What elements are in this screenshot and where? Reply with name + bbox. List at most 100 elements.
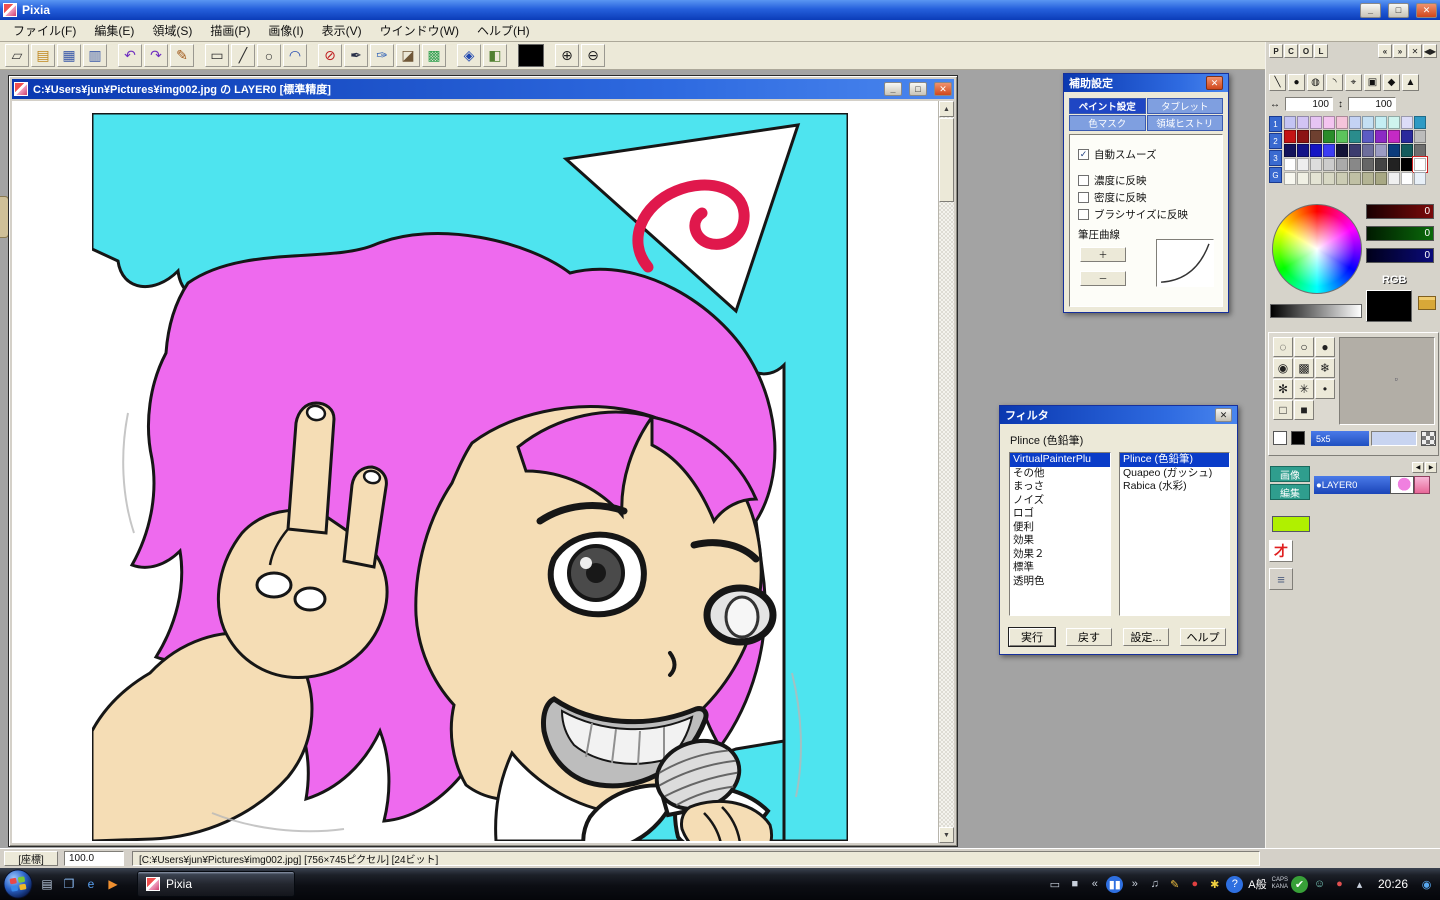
outline-circle-brush[interactable]: ○ [1294,337,1314,357]
palette-swatch[interactable] [1362,116,1374,129]
mode-button-l[interactable]: L [1314,44,1328,58]
pressure-plus-button[interactable]: ＋ [1080,247,1126,262]
palette-swatch[interactable] [1284,116,1296,129]
select-rect-icon[interactable]: ▭ [205,44,229,67]
pressure-curve-preview[interactable] [1156,239,1214,287]
mask-icon[interactable]: ⊘ [318,44,342,67]
palette-swatch[interactable] [1336,116,1348,129]
palette-swatch[interactable] [1401,116,1413,129]
brush-preview[interactable]: ▫ [1339,337,1435,425]
checker-pattern-icon[interactable] [1421,431,1436,446]
grid-size-label[interactable]: 5x5 [1311,431,1369,446]
soft-pen-icon[interactable]: ◍ [1307,74,1324,91]
menu-item[interactable]: 領域(S) [143,19,201,42]
list-item[interactable]: Quapeo (ガッシュ) [1120,467,1229,481]
canvas-title-bar[interactable]: C:¥Users¥jun¥Pictures¥img002.jpg の LAYER… [12,79,954,99]
palette-swatch[interactable] [1388,172,1400,185]
media-player-icon[interactable]: ▶ [103,874,123,894]
tile-tool-icon[interactable]: ▩ [422,44,446,67]
zoom-value[interactable]: 100.0 [64,851,124,866]
checkbox[interactable] [1078,192,1089,203]
palette-swatch[interactable] [1349,144,1361,157]
pen-density-value[interactable]: 100 [1348,97,1396,111]
checkbox-row[interactable]: ✓ 自動スムーズ [1070,146,1222,163]
round-pen-icon[interactable]: ● [1288,74,1305,91]
tablet-icon[interactable]: ▭ [1046,876,1063,893]
solid-square-brush[interactable]: ■ [1294,400,1314,420]
zoom-out-icon[interactable]: ⊖ [581,44,605,67]
solid-circle-brush[interactable]: ● [1315,337,1335,357]
line-tool-icon[interactable]: ╱ [231,44,255,67]
ime-pad-icon[interactable]: ✱ [1206,876,1223,893]
layer-stack-button[interactable]: ≡ [1269,568,1293,590]
current-color-swatch[interactable] [518,44,544,67]
palette-swatch[interactable] [1284,172,1296,185]
layer-thumbnail[interactable] [1390,476,1414,494]
ime-mode-indicator[interactable]: A般 [1246,876,1268,892]
canvas-close-button[interactable]: ✕ [934,82,952,96]
save-file-icon[interactable]: ▦ [57,44,81,67]
menu-item[interactable]: 表示(V) [313,19,371,42]
aux-tab[interactable]: ペイント設定 [1069,98,1146,114]
checkbox-row[interactable]: ブラシサイズに反映 [1070,206,1222,223]
mode-button-p[interactable]: P [1269,44,1283,58]
palette-swatch[interactable] [1297,172,1309,185]
list-item[interactable]: 透明色 [1010,575,1110,589]
open-file-icon[interactable]: ▤ [31,44,55,67]
pattern-pen-icon[interactable]: ▣ [1364,74,1381,91]
snowflake-brush[interactable]: ❄ [1315,358,1335,378]
layer-row[interactable]: ●LAYER0 [1314,476,1430,494]
palette-swatch[interactable] [1336,130,1348,143]
panel-close-icon[interactable]: ✕ [1408,44,1422,58]
palette-swatch[interactable] [1414,116,1426,129]
layer-next-icon[interactable]: ▶ [1425,462,1437,473]
pause-icon[interactable]: ▮▮ [1106,875,1124,893]
palette-swatch[interactable] [1297,116,1309,129]
palette-swatch[interactable] [1375,158,1387,171]
palette-swatch[interactable] [1336,172,1348,185]
palette-swatch[interactable] [1284,130,1296,143]
palette-swatch[interactable] [1297,144,1309,157]
blue-slider[interactable]: 0 [1366,248,1434,263]
list-item[interactable]: 効果 [1010,534,1110,548]
stop-icon[interactable]: ■ [1066,876,1083,893]
mode-button-o[interactable]: O [1299,44,1313,58]
palette-swatch[interactable] [1349,172,1361,185]
pen-slash-icon[interactable]: ╲ [1269,74,1286,91]
aux-tab[interactable]: タブレット [1146,98,1223,114]
palette-swatch[interactable] [1310,130,1322,143]
halftone-circle-brush[interactable]: ▩ [1294,358,1314,378]
diamond-pen-icon[interactable]: ◆ [1383,74,1400,91]
volume-icon[interactable]: ♫ [1146,876,1163,893]
red-slider[interactable]: 0 [1366,204,1434,219]
aux-close-button[interactable]: ✕ [1206,76,1223,90]
checkbox[interactable] [1078,209,1089,220]
scrollbar-up-icon[interactable]: ▲ [939,101,954,117]
pen-settings-icon[interactable]: ✎ [1166,876,1183,893]
gradient-tool-icon[interactable]: ◧ [483,44,507,67]
star-brush[interactable]: ✳ [1294,379,1314,399]
list-item[interactable]: 効果２ [1010,548,1110,562]
palette-tab-1[interactable]: 1 [1269,116,1282,132]
grid-size-slider[interactable] [1371,431,1417,446]
palette-swatch[interactable] [1323,144,1335,157]
pen-width-value[interactable]: 100 [1285,97,1333,111]
palette-swatch[interactable] [1362,144,1374,157]
browser-icon[interactable]: e [81,874,101,894]
square-brush[interactable]: □ [1273,400,1293,420]
canvas-maximize-button[interactable]: □ [909,82,927,96]
current-color-box[interactable] [1366,290,1412,322]
taskbar-app-button[interactable]: Pixia [137,871,295,897]
mask-color-swatch[interactable] [1272,516,1310,532]
misc-pen-icon[interactable]: ▲ [1402,74,1419,91]
black-swatch[interactable] [1291,431,1305,445]
aux-tab[interactable]: 色マスク [1069,115,1146,131]
dot-brush[interactable]: • [1315,379,1335,399]
palette-swatch[interactable] [1284,144,1296,157]
list-item[interactable]: 便利 [1010,521,1110,535]
palette-swatch[interactable] [1362,130,1374,143]
soft-circle-brush[interactable]: ◉ [1273,358,1293,378]
palette-swatch[interactable] [1310,172,1322,185]
list-item[interactable]: その他 [1010,467,1110,481]
aux-dialog-title-bar[interactable]: 補助設定 ✕ [1064,74,1228,92]
